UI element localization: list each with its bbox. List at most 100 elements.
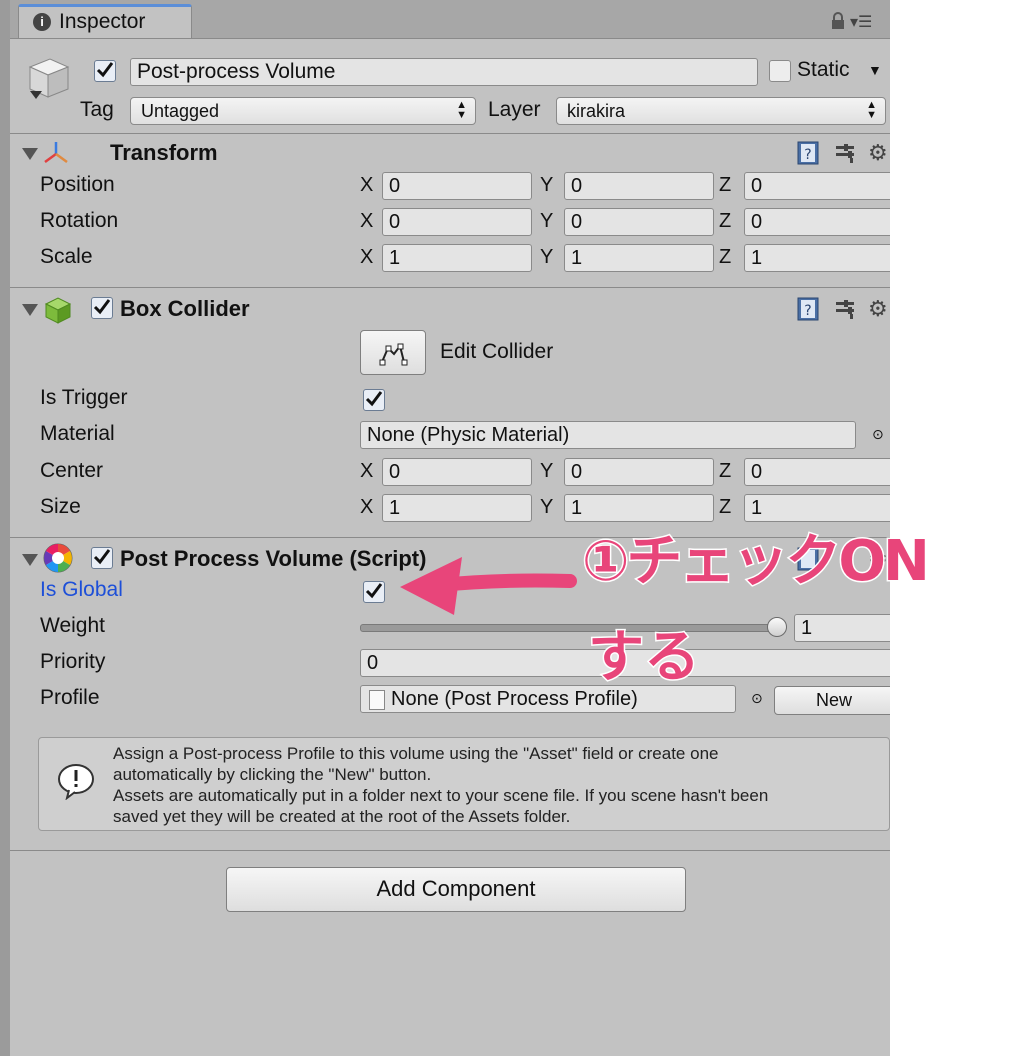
vector-x-field[interactable]: 1 <box>382 244 532 272</box>
axis-z-label: Z <box>719 460 732 482</box>
weight-slider-track[interactable] <box>360 624 778 632</box>
object-picker-icon[interactable]: ⊙ <box>751 690 763 707</box>
row-label: Position <box>40 173 115 196</box>
annotation-arrow <box>400 557 577 615</box>
edit-collider-icon <box>379 343 408 366</box>
layer-dropdown[interactable]: kirakira ▲ ▼ <box>556 97 886 125</box>
vector-x-field[interactable]: 0 <box>382 458 532 486</box>
axis-y-label: Y <box>540 496 554 518</box>
axis-y-label: Y <box>540 460 554 482</box>
vector-z-field[interactable]: 1 <box>744 244 890 272</box>
axis-z-label: Z <box>719 210 732 232</box>
tab-inspector[interactable]: i Inspector <box>18 4 192 38</box>
gameobject-active-checkbox[interactable] <box>94 60 116 82</box>
axis-x-label: X <box>360 496 374 518</box>
help-line: automatically by clicking the "New" butt… <box>113 765 432 784</box>
add-component-label: Add Component <box>376 876 536 901</box>
material-label: Material <box>40 422 115 445</box>
new-profile-label: New <box>815 690 852 710</box>
help-book-icon[interactable]: ? <box>796 296 822 327</box>
axis-z-label: Z <box>719 246 732 268</box>
tag-value: Untagged <box>141 101 220 121</box>
weight-label: Weight <box>40 614 105 637</box>
row-label: Center <box>40 459 104 482</box>
foldout-arrow-icon[interactable] <box>22 304 38 316</box>
lock-icon[interactable] <box>830 12 846 35</box>
help-line: Assign a Post-process Profile to this vo… <box>113 744 719 763</box>
menu-icon[interactable]: ▾☰ <box>850 12 872 32</box>
preset-sliders-icon[interactable] <box>834 142 858 169</box>
info-icon: i <box>33 13 51 31</box>
layer-value: kirakira <box>567 101 626 121</box>
document-icon <box>369 690 385 710</box>
box-collider-title: Box Collider <box>120 296 250 321</box>
svg-text:?: ? <box>804 147 811 163</box>
transform-title: Transform <box>110 140 218 165</box>
warning-bubble-icon <box>57 762 95 805</box>
svg-text:?: ? <box>804 303 811 319</box>
axis-x-label: X <box>360 460 374 482</box>
separator <box>10 287 890 288</box>
vector-y-field[interactable]: 0 <box>564 172 714 200</box>
annotation-line1: ①チェックON <box>581 528 932 596</box>
axis-x-label: X <box>360 210 374 232</box>
static-dropdown-icon[interactable]: ▼ <box>868 62 882 78</box>
vector-z-field[interactable]: 0 <box>744 172 890 200</box>
axis-y-label: Y <box>540 174 554 196</box>
foldout-arrow-icon[interactable] <box>22 148 38 160</box>
help-book-icon[interactable]: ? <box>796 140 822 171</box>
new-profile-button[interactable]: New <box>774 686 890 715</box>
static-checkbox[interactable] <box>769 60 791 82</box>
is-trigger-label: Is Trigger <box>40 386 128 409</box>
vector-x-field[interactable]: 1 <box>382 494 532 522</box>
post-process-icon <box>42 542 74 579</box>
vector-x-field[interactable]: 0 <box>382 208 532 236</box>
help-box: Assign a Post-process Profile to this vo… <box>38 737 890 831</box>
updown-icon: ▲ ▼ <box>866 99 877 121</box>
static-label: Static <box>797 58 850 81</box>
gameobject-name-field[interactable]: Post-process Volume <box>130 58 758 86</box>
vector-z-field[interactable]: 0 <box>744 208 890 236</box>
box-collider-enabled-checkbox[interactable] <box>91 297 113 319</box>
post-process-enabled-checkbox[interactable] <box>91 547 113 569</box>
preset-sliders-icon[interactable] <box>834 298 858 325</box>
axis-x-label: X <box>360 174 374 196</box>
help-line: saved yet they will be created at the ro… <box>113 807 571 826</box>
vector-y-field[interactable]: 0 <box>564 208 714 236</box>
gear-icon[interactable]: ⚙ <box>868 296 888 322</box>
separator <box>10 133 890 134</box>
material-field[interactable]: None (Physic Material) <box>360 421 856 449</box>
edit-collider-label: Edit Collider <box>440 340 554 363</box>
row-label: Scale <box>40 245 93 268</box>
row-label: Rotation <box>40 209 119 232</box>
vector-z-field[interactable]: 0 <box>744 458 890 486</box>
weight-slider-thumb[interactable] <box>767 617 787 637</box>
vector-x-field[interactable]: 0 <box>382 172 532 200</box>
axis-y-label: Y <box>540 210 554 232</box>
edit-collider-button[interactable] <box>360 330 426 375</box>
vector-y-field[interactable]: 1 <box>564 244 714 272</box>
weight-field[interactable]: 1 <box>794 614 890 642</box>
foldout-arrow-icon[interactable] <box>22 554 38 566</box>
axis-y-label: Y <box>540 246 554 268</box>
row-label: Size <box>40 495 81 518</box>
is-trigger-checkbox[interactable] <box>363 389 385 411</box>
object-picker-icon[interactable]: ⊙ <box>872 426 884 443</box>
layer-label: Layer <box>488 98 541 121</box>
box-collider-icon <box>44 296 72 329</box>
transform-icon <box>42 140 70 171</box>
axis-z-label: Z <box>719 174 732 196</box>
tag-label: Tag <box>80 98 114 121</box>
tag-dropdown[interactable]: Untagged ▲ ▼ <box>130 97 476 125</box>
updown-icon: ▲ ▼ <box>456 99 467 121</box>
gameobject-cube-icon <box>24 55 72 106</box>
axis-x-label: X <box>360 246 374 268</box>
vector-y-field[interactable]: 0 <box>564 458 714 486</box>
priority-label: Priority <box>40 650 106 673</box>
is-global-label: Is Global <box>40 578 123 601</box>
gear-icon[interactable]: ⚙ <box>868 140 888 166</box>
separator <box>10 850 890 851</box>
add-component-button[interactable]: Add Component <box>226 867 686 912</box>
help-line: Assets are automatically put in a folder… <box>113 786 769 805</box>
tab-title: Inspector <box>59 10 146 33</box>
